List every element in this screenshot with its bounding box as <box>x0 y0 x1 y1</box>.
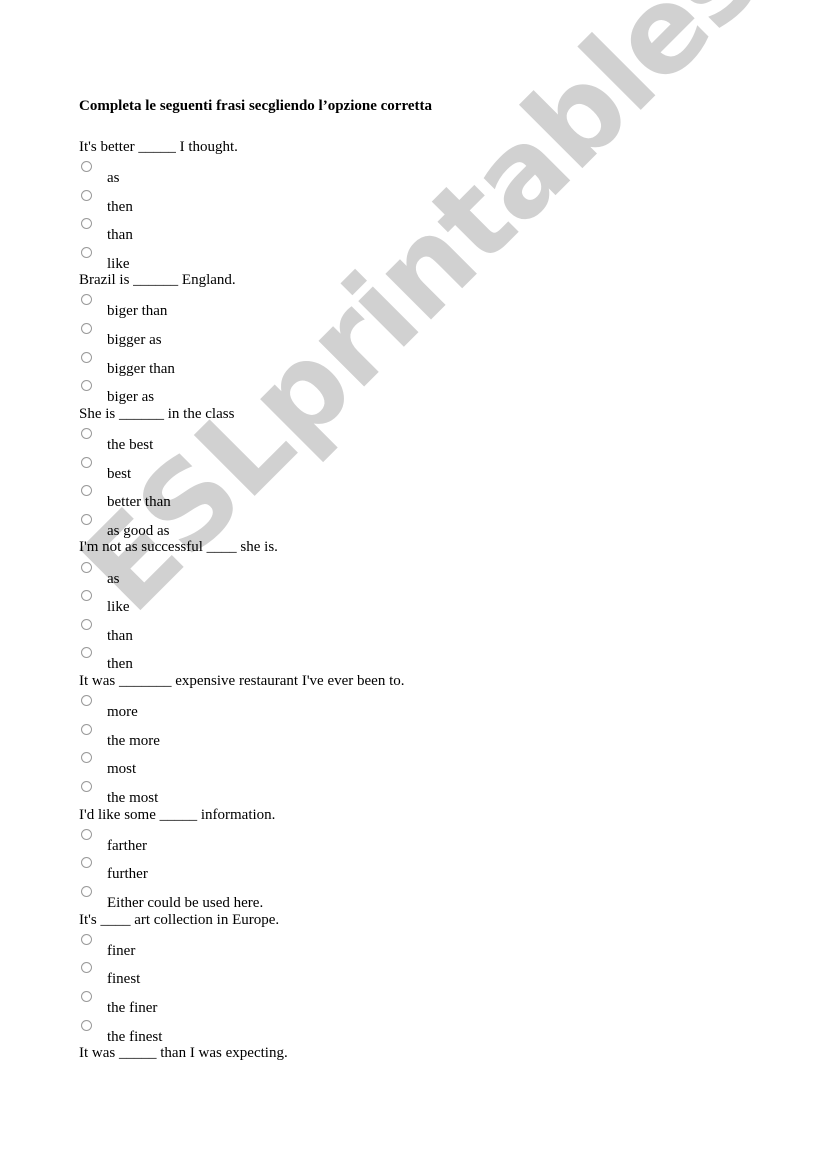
option-label: more <box>107 704 138 720</box>
option[interactable]: the most <box>79 781 379 807</box>
option-label: biger than <box>107 303 168 319</box>
radio-button[interactable] <box>81 724 92 735</box>
question-1: It's better _____ I thought. <box>79 139 238 155</box>
radio-button[interactable] <box>81 190 92 201</box>
option-label: the most <box>107 790 159 806</box>
radio-button[interactable] <box>81 647 92 658</box>
option[interactable]: most <box>79 752 379 778</box>
option[interactable]: then <box>79 190 379 216</box>
option[interactable]: finer <box>79 934 379 960</box>
option[interactable]: as <box>79 161 379 187</box>
option[interactable]: bigger as <box>79 323 379 349</box>
option[interactable]: bigger than <box>79 352 379 378</box>
option-label: better than <box>107 494 171 510</box>
radio-button[interactable] <box>81 695 92 706</box>
option[interactable]: further <box>79 857 379 883</box>
option-label: then <box>107 199 133 215</box>
worksheet-page: ESLprintables.com Completa le seguenti f… <box>0 0 826 1169</box>
option-label: most <box>107 761 137 777</box>
question-3: She is ______ in the class <box>79 406 235 422</box>
question-6: I'd like some _____ information. <box>79 807 276 823</box>
option-label: like <box>107 599 130 615</box>
option-label: the finer <box>107 1000 158 1016</box>
radio-button[interactable] <box>81 590 92 601</box>
question-4: I'm not as successful ____ she is. <box>79 539 278 555</box>
radio-button[interactable] <box>81 485 92 496</box>
radio-button[interactable] <box>81 1020 92 1031</box>
question-8: It was _____ than I was expecting. <box>79 1045 288 1061</box>
option[interactable]: better than <box>79 485 379 511</box>
option[interactable]: like <box>79 590 379 616</box>
option-label: best <box>107 466 132 482</box>
option-label: further <box>107 866 148 882</box>
option[interactable]: than <box>79 218 379 244</box>
radio-button[interactable] <box>81 752 92 763</box>
radio-button[interactable] <box>81 829 92 840</box>
option[interactable]: biger than <box>79 294 379 320</box>
option[interactable]: the more <box>79 724 379 750</box>
radio-button[interactable] <box>81 619 92 630</box>
option[interactable]: the finest <box>79 1020 379 1046</box>
option-label: than <box>107 227 133 243</box>
radio-button[interactable] <box>81 380 92 391</box>
radio-button[interactable] <box>81 323 92 334</box>
radio-button[interactable] <box>81 781 92 792</box>
option[interactable]: more <box>79 695 379 721</box>
option-label: bigger as <box>107 332 162 348</box>
radio-button[interactable] <box>81 886 92 897</box>
option[interactable]: the best <box>79 428 379 454</box>
option-label: as <box>107 571 120 587</box>
option-label: finer <box>107 943 136 959</box>
option-label: than <box>107 628 133 644</box>
radio-button[interactable] <box>81 247 92 258</box>
option-label: bigger than <box>107 361 175 377</box>
radio-button[interactable] <box>81 562 92 573</box>
option[interactable]: farther <box>79 829 379 855</box>
option[interactable]: biger as <box>79 380 379 406</box>
option-label: as <box>107 170 120 186</box>
radio-button[interactable] <box>81 428 92 439</box>
option-label: the more <box>107 733 160 749</box>
option[interactable]: as <box>79 562 379 588</box>
question-7: It's ____ art collection in Europe. <box>79 912 280 928</box>
option[interactable]: finest <box>79 962 379 988</box>
radio-button[interactable] <box>81 218 92 229</box>
worksheet-title: Completa le seguenti frasi secgliendo l’… <box>79 98 432 114</box>
option-label: biger as <box>107 389 155 405</box>
option-label: the best <box>107 437 154 453</box>
radio-button[interactable] <box>81 294 92 305</box>
option[interactable]: than <box>79 619 379 645</box>
radio-button[interactable] <box>81 934 92 945</box>
question-5: It was _______ expensive restaurant I've… <box>79 673 405 689</box>
option[interactable]: best <box>79 457 379 483</box>
radio-button[interactable] <box>81 352 92 363</box>
radio-button[interactable] <box>81 962 92 973</box>
radio-button[interactable] <box>81 857 92 868</box>
option-label: Either could be used here. <box>107 895 264 911</box>
option-label: then <box>107 656 133 672</box>
option-label: finest <box>107 971 141 987</box>
radio-button[interactable] <box>81 161 92 172</box>
radio-button[interactable] <box>81 457 92 468</box>
option[interactable]: the finer <box>79 991 379 1017</box>
option[interactable]: then <box>79 647 379 673</box>
option[interactable]: as good as <box>79 514 379 540</box>
question-2: Brazil is ______ England. <box>79 272 236 288</box>
radio-button[interactable] <box>81 514 92 525</box>
radio-button[interactable] <box>81 991 92 1002</box>
option-label: farther <box>107 838 147 854</box>
option[interactable]: Either could be used here. <box>79 886 379 912</box>
option[interactable]: like <box>79 247 379 273</box>
